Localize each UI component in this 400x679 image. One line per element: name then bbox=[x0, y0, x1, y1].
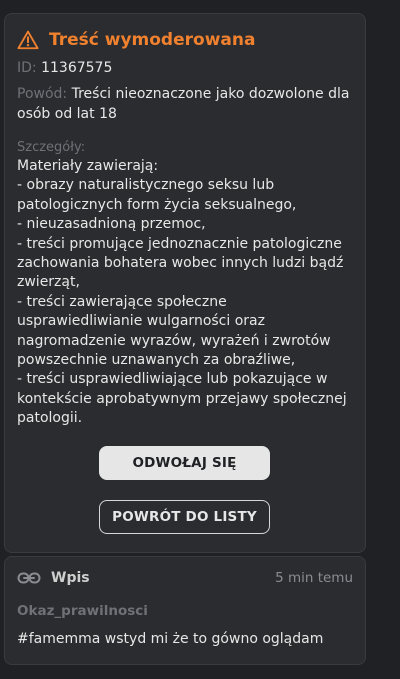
reason-label: Powód: bbox=[17, 86, 68, 102]
appeal-button[interactable]: ODWOŁAJ SIĘ bbox=[99, 446, 270, 480]
post-author[interactable]: Okaz_prawilnosci bbox=[17, 603, 353, 619]
link-icon bbox=[17, 571, 41, 585]
moderation-card: Treść wymoderowana ID: 11367575 Powód: T… bbox=[4, 13, 366, 553]
post-type-label: Wpis bbox=[51, 570, 90, 586]
moderation-header: Treść wymoderowana bbox=[17, 28, 353, 52]
id-value: 11367575 bbox=[41, 60, 113, 76]
back-to-list-button[interactable]: POWRÓT DO LISTY bbox=[99, 500, 270, 534]
post-type: Wpis bbox=[17, 570, 90, 586]
post-header: Wpis 5 min temu bbox=[17, 567, 353, 589]
details-text: Materiały zawierają: - obrazy naturalist… bbox=[17, 158, 347, 427]
moderation-title: Treść wymoderowana bbox=[49, 30, 256, 50]
warning-triangle-icon bbox=[17, 29, 39, 51]
post-text: #famemma wstyd mi że to gówno oglądam bbox=[17, 631, 324, 647]
post-timestamp: 5 min temu bbox=[275, 570, 353, 586]
reason-value: Treści nieoznaczone jako dozwolone dla o… bbox=[17, 86, 350, 122]
details-label: Szczegóły: bbox=[17, 140, 86, 155]
post-card[interactable]: Wpis 5 min temu Okaz_prawilnosci #famemm… bbox=[4, 556, 366, 665]
id-row: ID: 11367575 bbox=[17, 58, 353, 78]
reason-row: Powód: Treści nieoznaczone jako dozwolon… bbox=[17, 84, 353, 124]
id-label: ID: bbox=[17, 60, 37, 76]
